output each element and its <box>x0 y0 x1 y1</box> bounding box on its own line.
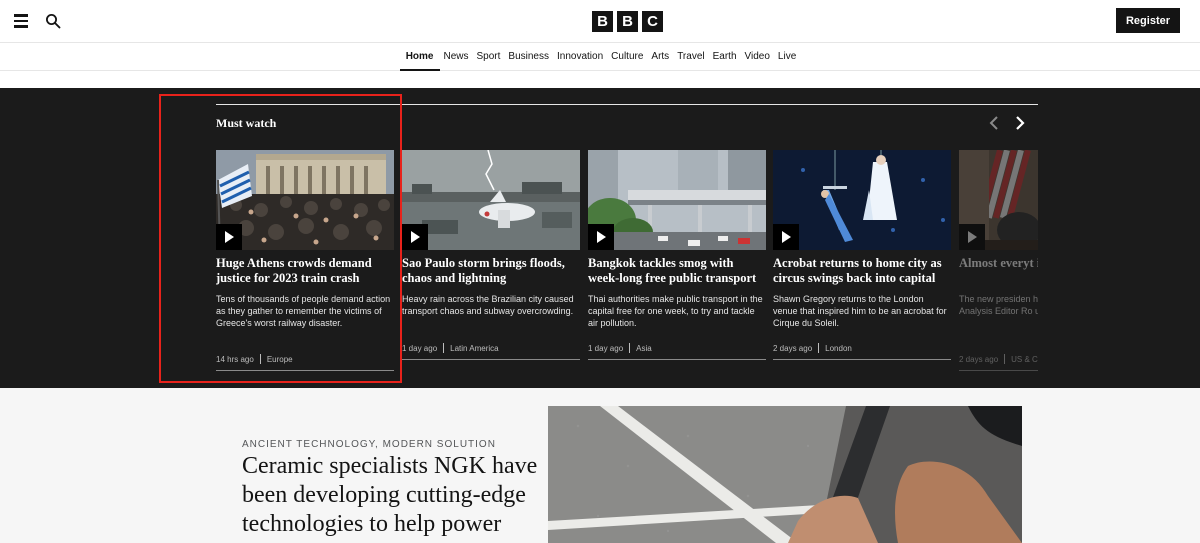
hamburger-icon[interactable] <box>14 14 28 28</box>
carousel-next-button[interactable] <box>1012 114 1028 132</box>
video-region[interactable]: US & Ca <box>1011 355 1038 364</box>
card-divider <box>402 359 580 360</box>
video-summary: Shawn Gregory returns to the London venu… <box>773 294 947 328</box>
search-icon[interactable] <box>45 13 61 29</box>
video-headline[interactable]: Sao Paulo storm brings floods, chaos and… <box>402 256 580 285</box>
play-icon[interactable] <box>402 224 428 250</box>
main-nav: Home News Sport Business Innovation Cult… <box>0 44 1200 71</box>
logo-letter: B <box>592 11 613 32</box>
video-card[interactable]: Sao Paulo storm brings floods, chaos and… <box>402 150 580 370</box>
logo-letter: B <box>617 11 638 32</box>
video-time: 2 days ago <box>959 354 999 364</box>
card-divider <box>773 359 951 360</box>
video-time: 1 day ago <box>588 343 624 353</box>
must-watch-section: Must watch Huge Athens crowds demand jus… <box>0 88 1200 388</box>
video-summary: Tens of thousands of people demand actio… <box>216 294 391 328</box>
feature-kicker: ANCIENT TECHNOLOGY, MODERN SOLUTION <box>242 439 496 450</box>
video-headline[interactable]: Huge Athens crowds demand justice for 20… <box>216 256 394 285</box>
video-meta: 2 days ago US & Ca <box>959 354 1038 364</box>
section-divider <box>216 104 1038 105</box>
video-time: 14 hrs ago <box>216 354 254 364</box>
video-headline[interactable]: Acrobat returns to home city as circus s… <box>773 256 951 285</box>
meta-separator <box>818 343 820 353</box>
feature-image[interactable] <box>548 406 1022 543</box>
video-thumbnail[interactable] <box>773 150 951 250</box>
card-divider <box>588 359 766 360</box>
nav-item-home[interactable]: Home <box>399 44 440 71</box>
video-card[interactable]: Acrobat returns to home city as circus s… <box>773 150 951 370</box>
feature-section: ANCIENT TECHNOLOGY, MODERN SOLUTION Cera… <box>0 388 1200 543</box>
nav-item-culture[interactable]: Culture <box>607 44 647 71</box>
meta-separator <box>443 343 445 353</box>
nav-item-travel[interactable]: Travel <box>673 44 708 71</box>
meta-separator <box>259 354 261 364</box>
video-thumbnail[interactable] <box>216 150 394 250</box>
card-divider <box>959 370 1038 371</box>
nav-item-video[interactable]: Video <box>741 44 774 71</box>
play-icon[interactable] <box>773 224 799 250</box>
video-card[interactable]: Bangkok tackles smog with week-long free… <box>588 150 766 370</box>
logo-letter: C <box>642 11 663 32</box>
video-time: 1 day ago <box>402 343 438 353</box>
video-summary: The new presiden heads spin on day Analy… <box>959 294 1038 316</box>
video-meta: 2 days ago London <box>773 343 951 353</box>
video-carousel: Huge Athens crowds demand justice for 20… <box>216 150 1038 388</box>
nav-item-news[interactable]: News <box>440 44 473 71</box>
video-summary: Thai authorities make public transport i… <box>588 294 763 328</box>
video-region[interactable]: London <box>825 344 852 353</box>
video-headline[interactable]: Almost everyt in his whirlwin <box>959 256 1038 271</box>
video-region[interactable]: Europe <box>267 355 293 364</box>
nav-item-sport[interactable]: Sport <box>473 44 505 71</box>
nav-item-arts[interactable]: Arts <box>647 44 673 71</box>
bbc-logo[interactable]: B B C <box>592 11 663 32</box>
card-divider <box>216 370 394 371</box>
feature-headline[interactable]: Ceramic specialists NGK have been develo… <box>242 452 542 539</box>
video-card[interactable]: Huge Athens crowds demand justice for 20… <box>216 150 394 371</box>
video-time: 2 days ago <box>773 343 813 353</box>
video-summary: Heavy rain across the Brazilian city cau… <box>402 294 574 316</box>
video-meta: 1 day ago Asia <box>588 343 766 353</box>
section-title: Must watch <box>216 116 277 130</box>
play-icon[interactable] <box>216 224 242 250</box>
video-region[interactable]: Latin America <box>450 344 498 353</box>
video-card[interactable]: Almost everyt in his whirlwin The new pr… <box>959 150 1038 371</box>
video-headline[interactable]: Bangkok tackles smog with week-long free… <box>588 256 766 285</box>
meta-separator <box>629 343 631 353</box>
top-bar: B B C Register <box>0 0 1200 43</box>
video-region[interactable]: Asia <box>636 344 652 353</box>
video-meta: 14 hrs ago Europe <box>216 354 394 364</box>
play-icon[interactable] <box>959 224 985 250</box>
register-button[interactable]: Register <box>1116 8 1180 33</box>
nav-item-live[interactable]: Live <box>774 44 800 71</box>
video-thumbnail[interactable] <box>588 150 766 250</box>
nav-item-earth[interactable]: Earth <box>709 44 741 71</box>
play-icon[interactable] <box>588 224 614 250</box>
nav-item-innovation[interactable]: Innovation <box>553 44 607 71</box>
nav-item-business[interactable]: Business <box>504 44 553 71</box>
video-meta: 1 day ago Latin America <box>402 343 580 353</box>
carousel-prev-button[interactable] <box>986 114 1002 132</box>
video-thumbnail[interactable] <box>402 150 580 250</box>
meta-separator <box>1004 354 1006 364</box>
